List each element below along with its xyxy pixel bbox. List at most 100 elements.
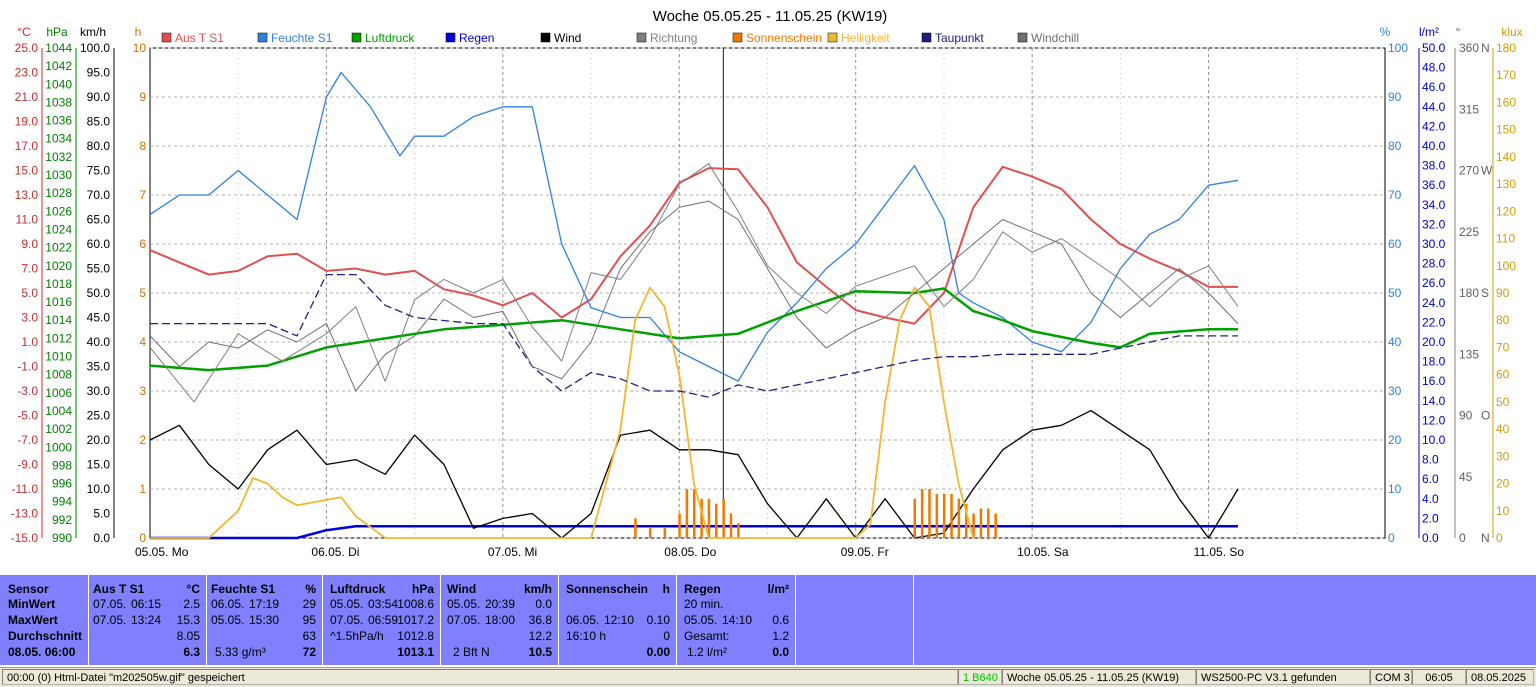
legend-label: Luftdruck [365, 31, 415, 45]
temp-axis-tick: 15.0 [15, 164, 39, 178]
rain-axis-tick: 50.0 [1422, 41, 1446, 55]
stats-wind-max-time: 18:00 [485, 613, 516, 627]
stats-wind-max-date: 07.05. [447, 613, 481, 627]
temp-axis-tick: 11.0 [16, 213, 39, 227]
brightness-axis-tick: 30 [1496, 449, 1510, 463]
status-device: WS2500-PC V3.1 gefunden [1196, 669, 1370, 685]
stats-wind-min-val: 0.0 [535, 597, 552, 611]
pressure-axis-tick: 1036 [45, 114, 72, 128]
stats-temp-min-date: 07.05. [93, 597, 127, 611]
direction-axis-tick: 135 [1459, 347, 1479, 361]
stats-pressure-column: Luftdruck hPa 05.05. 03:54 1008.6 07.05. 06:… [322, 575, 441, 665]
temp-axis-tick: -9.0 [17, 458, 38, 472]
stats-sensor-header: Sensor [8, 582, 49, 596]
pressure-axis-tick: 1018 [45, 277, 72, 291]
legend-label: Aus T S1 [175, 31, 224, 45]
brightness-axis-tick: 70 [1496, 340, 1510, 354]
pressure-axis-tick: 1038 [45, 95, 72, 109]
stats-temp-column: Aus T S1 °C 07.05. 06:15 2.5 07.05. 13:24 15.… [88, 575, 207, 665]
series-bar-sonnenschein [987, 508, 990, 538]
chart-grid [149, 47, 1386, 539]
temp-axis-tick: 3.0 [21, 311, 38, 325]
pressure-axis-tick: 1044 [45, 41, 72, 55]
brightness-axis-tick: 180 [1496, 41, 1516, 55]
direction-axis-tick: 315 [1459, 102, 1479, 116]
brightness-axis-tick: 40 [1496, 422, 1510, 436]
pressure-axis-tick: 1008 [45, 368, 72, 382]
series-bar-sonnenschein [729, 513, 733, 538]
stats-temp-title: Aus T S1 [93, 582, 145, 596]
humidity-axis-tick: 60 [1388, 237, 1402, 251]
legend-label: Feuchte S1 [271, 31, 333, 45]
series-bar-sonnenschein [715, 503, 718, 538]
pressure-axis-tick: 1032 [45, 150, 72, 164]
wind-axis-tick: 30.0 [87, 384, 111, 398]
status-bar: 00:00 (0) Html-Datei "m202505w.gif" gesp… [0, 667, 1536, 687]
rain-axis-tick: 20.0 [1422, 335, 1446, 349]
temp-axis-tick: 13.0 [15, 188, 39, 202]
humidity-axis-tick: 0 [1388, 531, 1395, 545]
direction-axis-tick: 45 [1459, 470, 1473, 484]
sunshine-axis-tick: 10 [133, 41, 147, 55]
wind-axis-tick: 95.0 [87, 66, 111, 80]
temp-axis-tick: -13.0 [11, 507, 39, 521]
direction-axis-letter: O [1481, 409, 1490, 423]
pressure-axis-tick: 1042 [45, 59, 72, 73]
humidity-axis-tick: 40 [1388, 335, 1402, 349]
rain-axis-tick: 22.0 [1422, 315, 1446, 329]
stats-wind-bft: 2 Bft N [453, 645, 490, 659]
rain-axis-tick: 40.0 [1422, 139, 1446, 153]
stats-hum-min-val: 29 [302, 597, 316, 611]
temp-axis-tick: 9.0 [21, 237, 38, 251]
wind-axis-tick: 75.0 [87, 164, 111, 178]
temp-axis-tick: 23.0 [15, 66, 39, 80]
rain-axis-tick: 48.0 [1422, 61, 1446, 75]
rain-axis-tick: 2.0 [1422, 511, 1439, 525]
direction-axis-tick: 0 [1459, 531, 1466, 545]
rain-axis-tick: 46.0 [1422, 80, 1446, 94]
stats-hum-min-date: 06.05. [211, 597, 245, 611]
wind-axis-tick: 100.0 [80, 41, 110, 55]
legend-label: Regen [459, 31, 494, 45]
stats-press-title: Luftdruck [330, 582, 386, 596]
temp-axis-tick: 5.0 [21, 286, 38, 300]
legend-swatch [921, 32, 932, 43]
series-bar-sonnenschein [913, 498, 917, 538]
brightness-axis-tick: 110 [1496, 232, 1515, 246]
temp-axis-tick: 7.0 [21, 262, 38, 276]
pressure-axis-tick: 1022 [45, 241, 72, 255]
stats-hum-title: Feuchte S1 [211, 582, 276, 596]
pressure-axis-tick: 1026 [45, 204, 72, 218]
stats-rain-title: Regen [684, 582, 721, 596]
x-axis-labels: 05.05. Mo 06.05. Di 07.05. Mi 08.05. Do 09.0… [135, 545, 1244, 559]
stats-press-min-val: 1008.6 [397, 597, 434, 611]
brightness-axis-tick: 100 [1496, 259, 1516, 273]
series-bar-sonnenschein [942, 493, 946, 538]
series-bar-sonnenschein [700, 498, 703, 538]
legend-label: Sonnenschein [746, 31, 822, 45]
direction-axis-letter: S [1481, 286, 1489, 300]
direction-axis-tick: 270 [1459, 164, 1479, 178]
weather-chart: Woche 05.05.25 - 11.05.25 (KW19) Aus T S… [11, 8, 1523, 559]
brightness-axis-tick: 0 [1496, 531, 1503, 545]
rain-axis-tick: 30.0 [1422, 237, 1446, 251]
stats-hum-abs: 5.33 g/m³ [215, 645, 266, 659]
day-label: 07.05. Mi [488, 545, 537, 559]
direction-axis-tick: 225 [1459, 225, 1479, 239]
stats-rain-column: Regen l/m² 20 min. 05.05. 14:10 0.6 Gesamt:… [676, 575, 796, 665]
stats-rain-interval: 20 min. [684, 597, 724, 611]
stats-press-max-date: 07.05. [330, 613, 364, 627]
day-label: 10.05. Sa [1017, 545, 1069, 559]
direction-axis-tick: 90 [1459, 409, 1473, 423]
temp-axis-tick: -5.0 [17, 409, 38, 423]
sunshine-axis-tick: 2 [139, 433, 146, 447]
series-bar-sonnenschein [692, 489, 696, 538]
wind-axis-tick: 50.0 [87, 286, 111, 300]
stats-temp-min-time: 06:15 [131, 597, 162, 611]
sunshine-axis-unit: h [135, 25, 142, 39]
pressure-axis-tick: 990 [52, 531, 72, 545]
pressure-axis-tick: 1024 [45, 222, 72, 236]
legend-swatch [540, 32, 551, 43]
humidity-axis-unit: % [1380, 25, 1391, 39]
stats-temp-max-val: 15.3 [176, 613, 200, 627]
